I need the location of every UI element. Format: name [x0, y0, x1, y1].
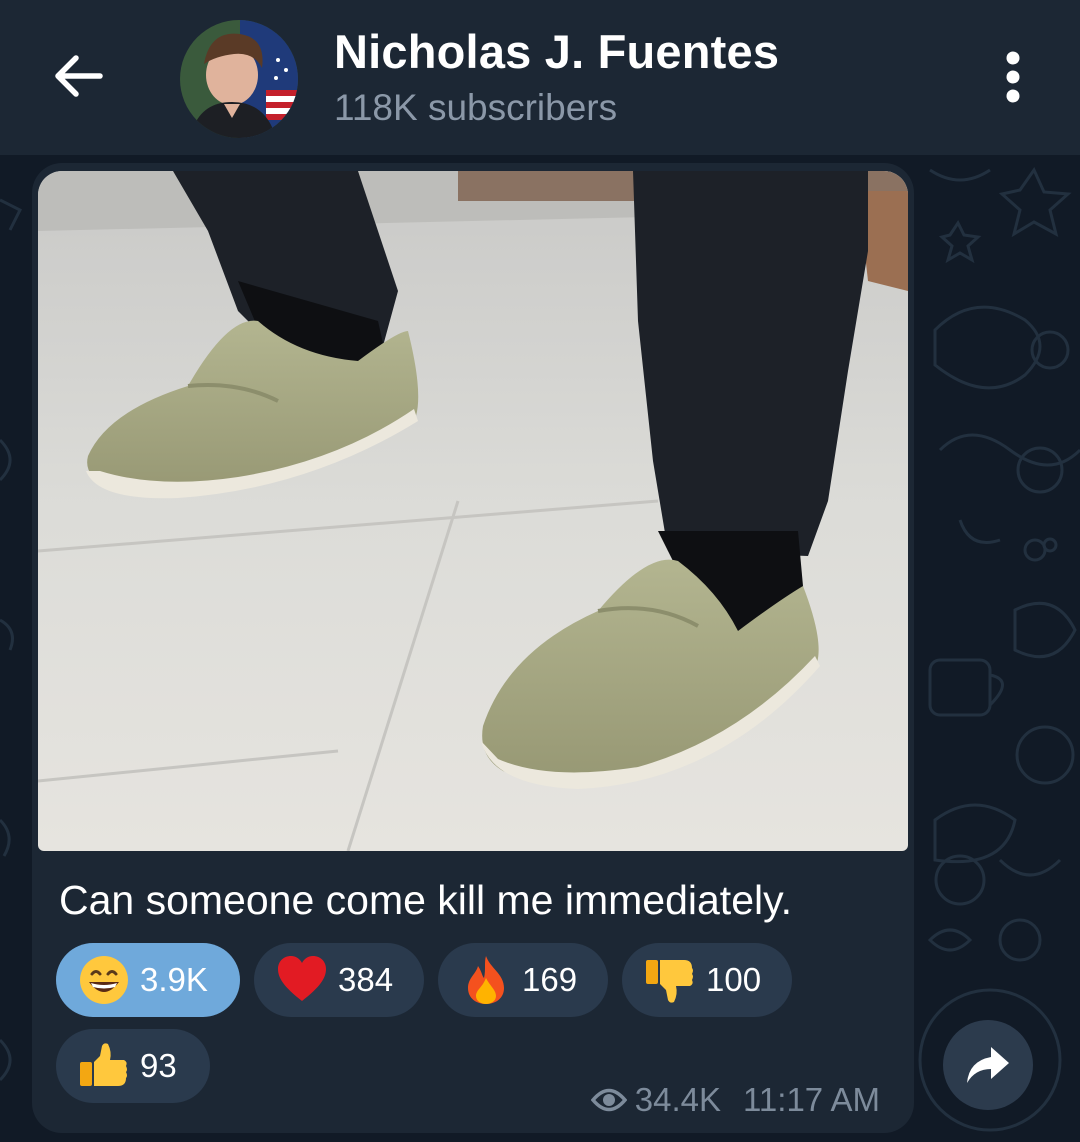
share-button[interactable] [943, 1020, 1033, 1110]
chat-screen: Nicholas J. Fuentes 118K subscribers Can… [0, 0, 1080, 1142]
channel-avatar[interactable] [180, 20, 298, 138]
reaction-count: 169 [522, 961, 578, 998]
fire-icon [460, 954, 512, 1006]
reaction-heart[interactable]: 384 [254, 943, 424, 1017]
grinning-face-icon [78, 954, 130, 1006]
reaction-grinning[interactable]: 3.9K [56, 943, 240, 1017]
share-arrow-icon [967, 1047, 1009, 1083]
eye-icon [590, 1088, 627, 1112]
avatar-image [180, 20, 298, 138]
view-count: 34.4K [634, 1081, 722, 1118]
back-button[interactable] [40, 38, 116, 114]
more-vertical-icon [1006, 51, 1020, 103]
reaction-fire[interactable]: 169 [438, 943, 608, 1017]
thumbs-down-icon [644, 954, 696, 1006]
message-bubble: Can someone come kill me immediately. 3.… [32, 163, 914, 1133]
channel-name[interactable]: Nicholas J. Fuentes [334, 24, 779, 79]
photo-image [38, 171, 908, 851]
thumbs-up-icon [78, 1040, 130, 1092]
channel-header: Nicholas J. Fuentes 118K subscribers [0, 0, 1080, 155]
message-photo[interactable] [38, 171, 908, 851]
message-caption: Can someone come kill me immediately. [59, 877, 792, 923]
message-meta: 34.4K 11:17 AM [590, 1081, 880, 1119]
subscriber-count: 118K subscribers [334, 87, 618, 128]
reaction-count: 100 [706, 961, 762, 998]
more-options-button[interactable] [985, 44, 1041, 110]
red-heart-icon [276, 954, 328, 1006]
arrow-left-icon [55, 55, 103, 97]
message-time: 11:17 AM [743, 1081, 880, 1118]
reaction-thumbs-up[interactable]: 93 [56, 1029, 210, 1103]
reaction-count: 93 [140, 1047, 177, 1084]
reaction-count: 3.9K [140, 961, 208, 998]
reaction-thumbs-down[interactable]: 100 [622, 943, 792, 1017]
reaction-count: 384 [338, 961, 394, 998]
